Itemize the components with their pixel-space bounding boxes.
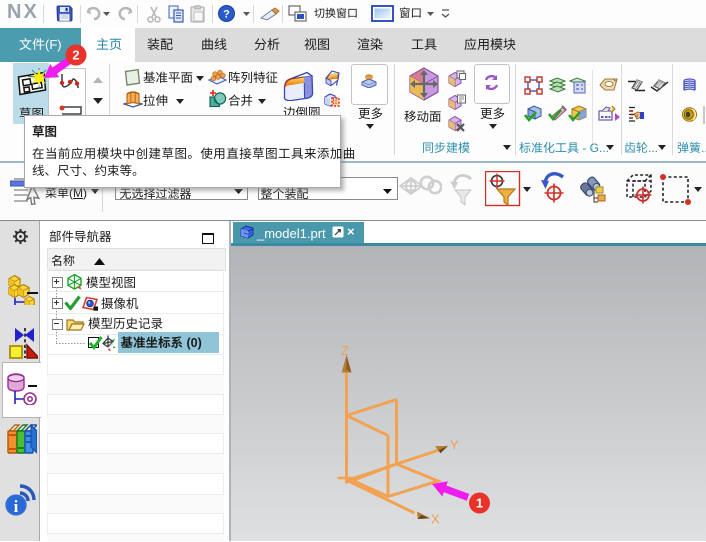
svg-text:X: X — [431, 512, 440, 527]
svg-text:Z: Z — [341, 343, 349, 358]
svg-text:?: ? — [223, 9, 230, 21]
svg-text:Y: Y — [450, 438, 459, 453]
svg-text:i: i — [14, 497, 19, 516]
